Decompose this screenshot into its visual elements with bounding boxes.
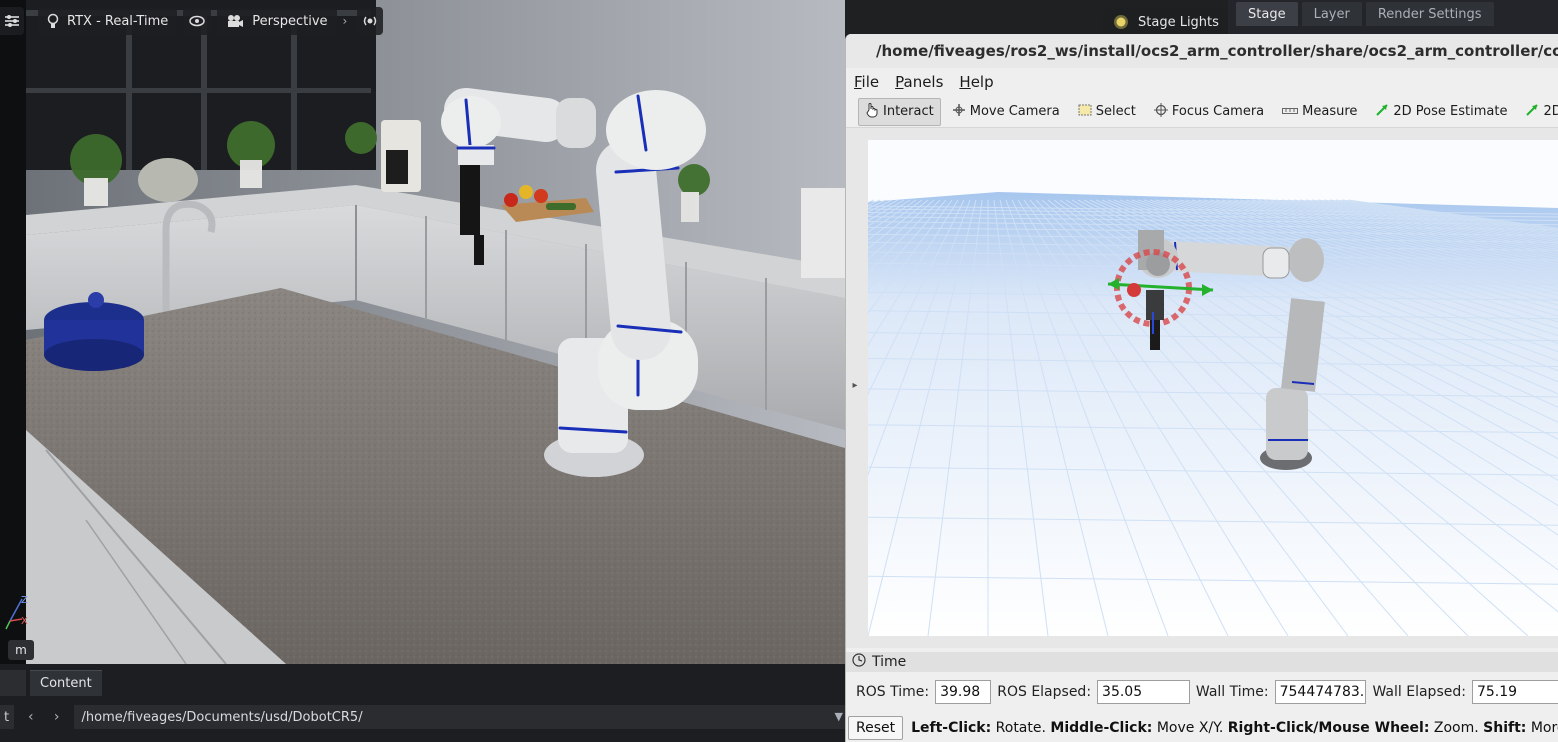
z-axis-label: Z	[21, 595, 28, 606]
ros-elapsed-label: ROS Elapsed:	[997, 684, 1092, 700]
ros-time-field[interactable]: 39.98	[935, 680, 992, 704]
tool-measure[interactable]: Measure	[1275, 98, 1364, 126]
viewport-left-strip	[0, 0, 26, 664]
path-text: /home/fiveages/Documents/usd/DobotCR5/	[81, 709, 363, 725]
back-arrow-icon[interactable]: ‹	[22, 706, 40, 728]
move-arrows-icon	[952, 103, 966, 121]
tool-2d-goal-pose[interactable]: 2D Goal P	[1518, 98, 1558, 126]
screen: RTX - Real-Time Perspective › Z X m Stag…	[0, 0, 1558, 742]
tool-interact[interactable]: Interact	[858, 97, 941, 126]
stage-lights-button[interactable]: Stage Lights	[1103, 8, 1228, 36]
content-tabs: Content	[0, 670, 102, 696]
viewport-toolbar: RTX - Real-Time Perspective ›	[0, 6, 383, 36]
camera-label: Perspective	[252, 13, 328, 29]
render-mode-button[interactable]: RTX - Real-Time	[38, 7, 178, 35]
broadcast-icon[interactable]	[356, 7, 383, 35]
help-text: Left-Click: Rotate. Middle-Click: Move X…	[911, 720, 1558, 736]
tool-select[interactable]: Select	[1071, 98, 1143, 126]
axis-gizmo: Z X	[2, 595, 28, 631]
path-input[interactable]: /home/fiveages/Documents/usd/DobotCR5/ ▼	[73, 705, 845, 729]
tab-layer[interactable]: Layer	[1301, 2, 1362, 26]
wall-time-field[interactable]: 754474783.75	[1274, 680, 1367, 704]
tab-hidden-left[interactable]	[0, 670, 26, 696]
content-panel: Content t ‹ › /home/fiveages/Documents/u…	[0, 664, 845, 742]
toolbar-arrow-icon: ›	[342, 14, 348, 28]
x-axis-label: X	[21, 616, 28, 627]
visibility-eye-icon[interactable]	[183, 7, 212, 35]
ros-elapsed-field[interactable]: 35.05	[1097, 680, 1190, 704]
path-row: t ‹ › /home/fiveages/Documents/usd/Dobot…	[0, 704, 845, 730]
middle-click-desc: Move X/Y.	[1156, 720, 1224, 736]
wall-time-label: Wall Time:	[1195, 684, 1269, 700]
focus-target-icon	[1153, 102, 1168, 121]
green-arrow-icon	[1375, 103, 1389, 121]
collapse-panel-arrow-icon[interactable]: ▸	[848, 132, 862, 638]
shift-desc: More optio	[1530, 720, 1558, 736]
forward-arrow-icon[interactable]: ›	[48, 706, 66, 728]
left-click-desc: Rotate.	[995, 720, 1046, 736]
menu-file[interactable]: File	[854, 73, 879, 91]
shift-key: Shift:	[1483, 720, 1527, 736]
menu-panels[interactable]: Panels	[895, 73, 943, 91]
time-panel-row: ROS Time: 39.98 ROS Elapsed: 35.05 Wall …	[846, 678, 1558, 706]
right-click-key: Right-Click/Mouse Wheel:	[1227, 720, 1430, 736]
wall-elapsed-field[interactable]: 75.19	[1471, 680, 1558, 704]
ros-time-label: ROS Time:	[856, 684, 930, 700]
stage-tabs: Stage Layer Render Settings	[1236, 2, 1494, 26]
3d-viewport[interactable]: RTX - Real-Time Perspective › Z X m	[0, 0, 845, 664]
kitchen-scene[interactable]	[26, 0, 845, 664]
tool-2d-pose-estimate[interactable]: 2D Pose Estimate	[1368, 98, 1514, 126]
rviz-grid-scene	[868, 140, 1558, 636]
rviz-3d-render-view[interactable]	[868, 140, 1558, 636]
select-box-icon	[1078, 103, 1092, 121]
clock-icon	[852, 653, 866, 671]
stage-lights-label: Stage Lights	[1138, 14, 1219, 30]
reset-button[interactable]: Reset	[848, 716, 904, 740]
wall-elapsed-label: Wall Elapsed:	[1372, 684, 1466, 700]
rviz-window-title: /home/fiveages/ros2_ws/install/ocs2_arm_…	[846, 34, 1558, 68]
tool-focus-camera[interactable]: Focus Camera	[1147, 98, 1271, 126]
right-click-desc: Zoom.	[1433, 720, 1479, 736]
help-bar: Reset Left-Click: Rotate. Middle-Click: …	[846, 714, 1558, 742]
rviz-menubar: File Panels Help	[846, 68, 1558, 96]
tool-select-label: Select	[1095, 104, 1136, 119]
tab-stage[interactable]: Stage	[1236, 2, 1298, 26]
settings-sliders-icon[interactable]	[0, 7, 24, 35]
render-mode-label: RTX - Real-Time	[67, 13, 169, 29]
tool-2d-pose-estimate-label: 2D Pose Estimate	[1393, 104, 1508, 119]
stage-panel: Stage Layer Render Settings	[1228, 0, 1558, 36]
time-panel-header: Time	[846, 652, 1558, 672]
chevron-down-icon[interactable]: ▼	[835, 710, 843, 723]
left-click-key: Left-Click:	[911, 720, 992, 736]
tab-render-settings[interactable]: Render Settings	[1365, 2, 1494, 26]
rviz-toolbar: Interact Move Camera Select Focus Camera…	[846, 96, 1558, 128]
hand-pointer-icon	[865, 102, 879, 122]
tool-move-camera-label: Move Camera	[969, 104, 1060, 119]
menu-help[interactable]: Help	[959, 73, 993, 91]
units-button[interactable]: m	[8, 640, 34, 660]
camera-icon	[226, 14, 244, 28]
tool-focus-camera-label: Focus Camera	[1171, 104, 1265, 119]
time-panel-title: Time	[872, 654, 907, 670]
sun-icon	[1112, 13, 1130, 31]
tab-content[interactable]: Content	[30, 670, 102, 696]
tool-2d-goal-pose-label: 2D Goal P	[1543, 104, 1558, 119]
ruler-icon	[1282, 104, 1299, 119]
camera-button[interactable]: Perspective	[217, 7, 337, 35]
wall-time-value: 754474783.75	[1279, 684, 1366, 700]
middle-click-key: Middle-Click:	[1050, 720, 1153, 736]
rviz-body: ▸	[846, 128, 1558, 648]
left-tab-fragment[interactable]: t	[0, 705, 14, 729]
green-arrow-icon	[1525, 103, 1539, 121]
lightbulb-icon	[47, 13, 59, 29]
tool-move-camera[interactable]: Move Camera	[945, 98, 1067, 126]
tool-measure-label: Measure	[1302, 104, 1358, 119]
rviz-window[interactable]: /home/fiveages/ros2_ws/install/ocs2_arm_…	[845, 34, 1558, 742]
tool-interact-label: Interact	[883, 104, 934, 119]
